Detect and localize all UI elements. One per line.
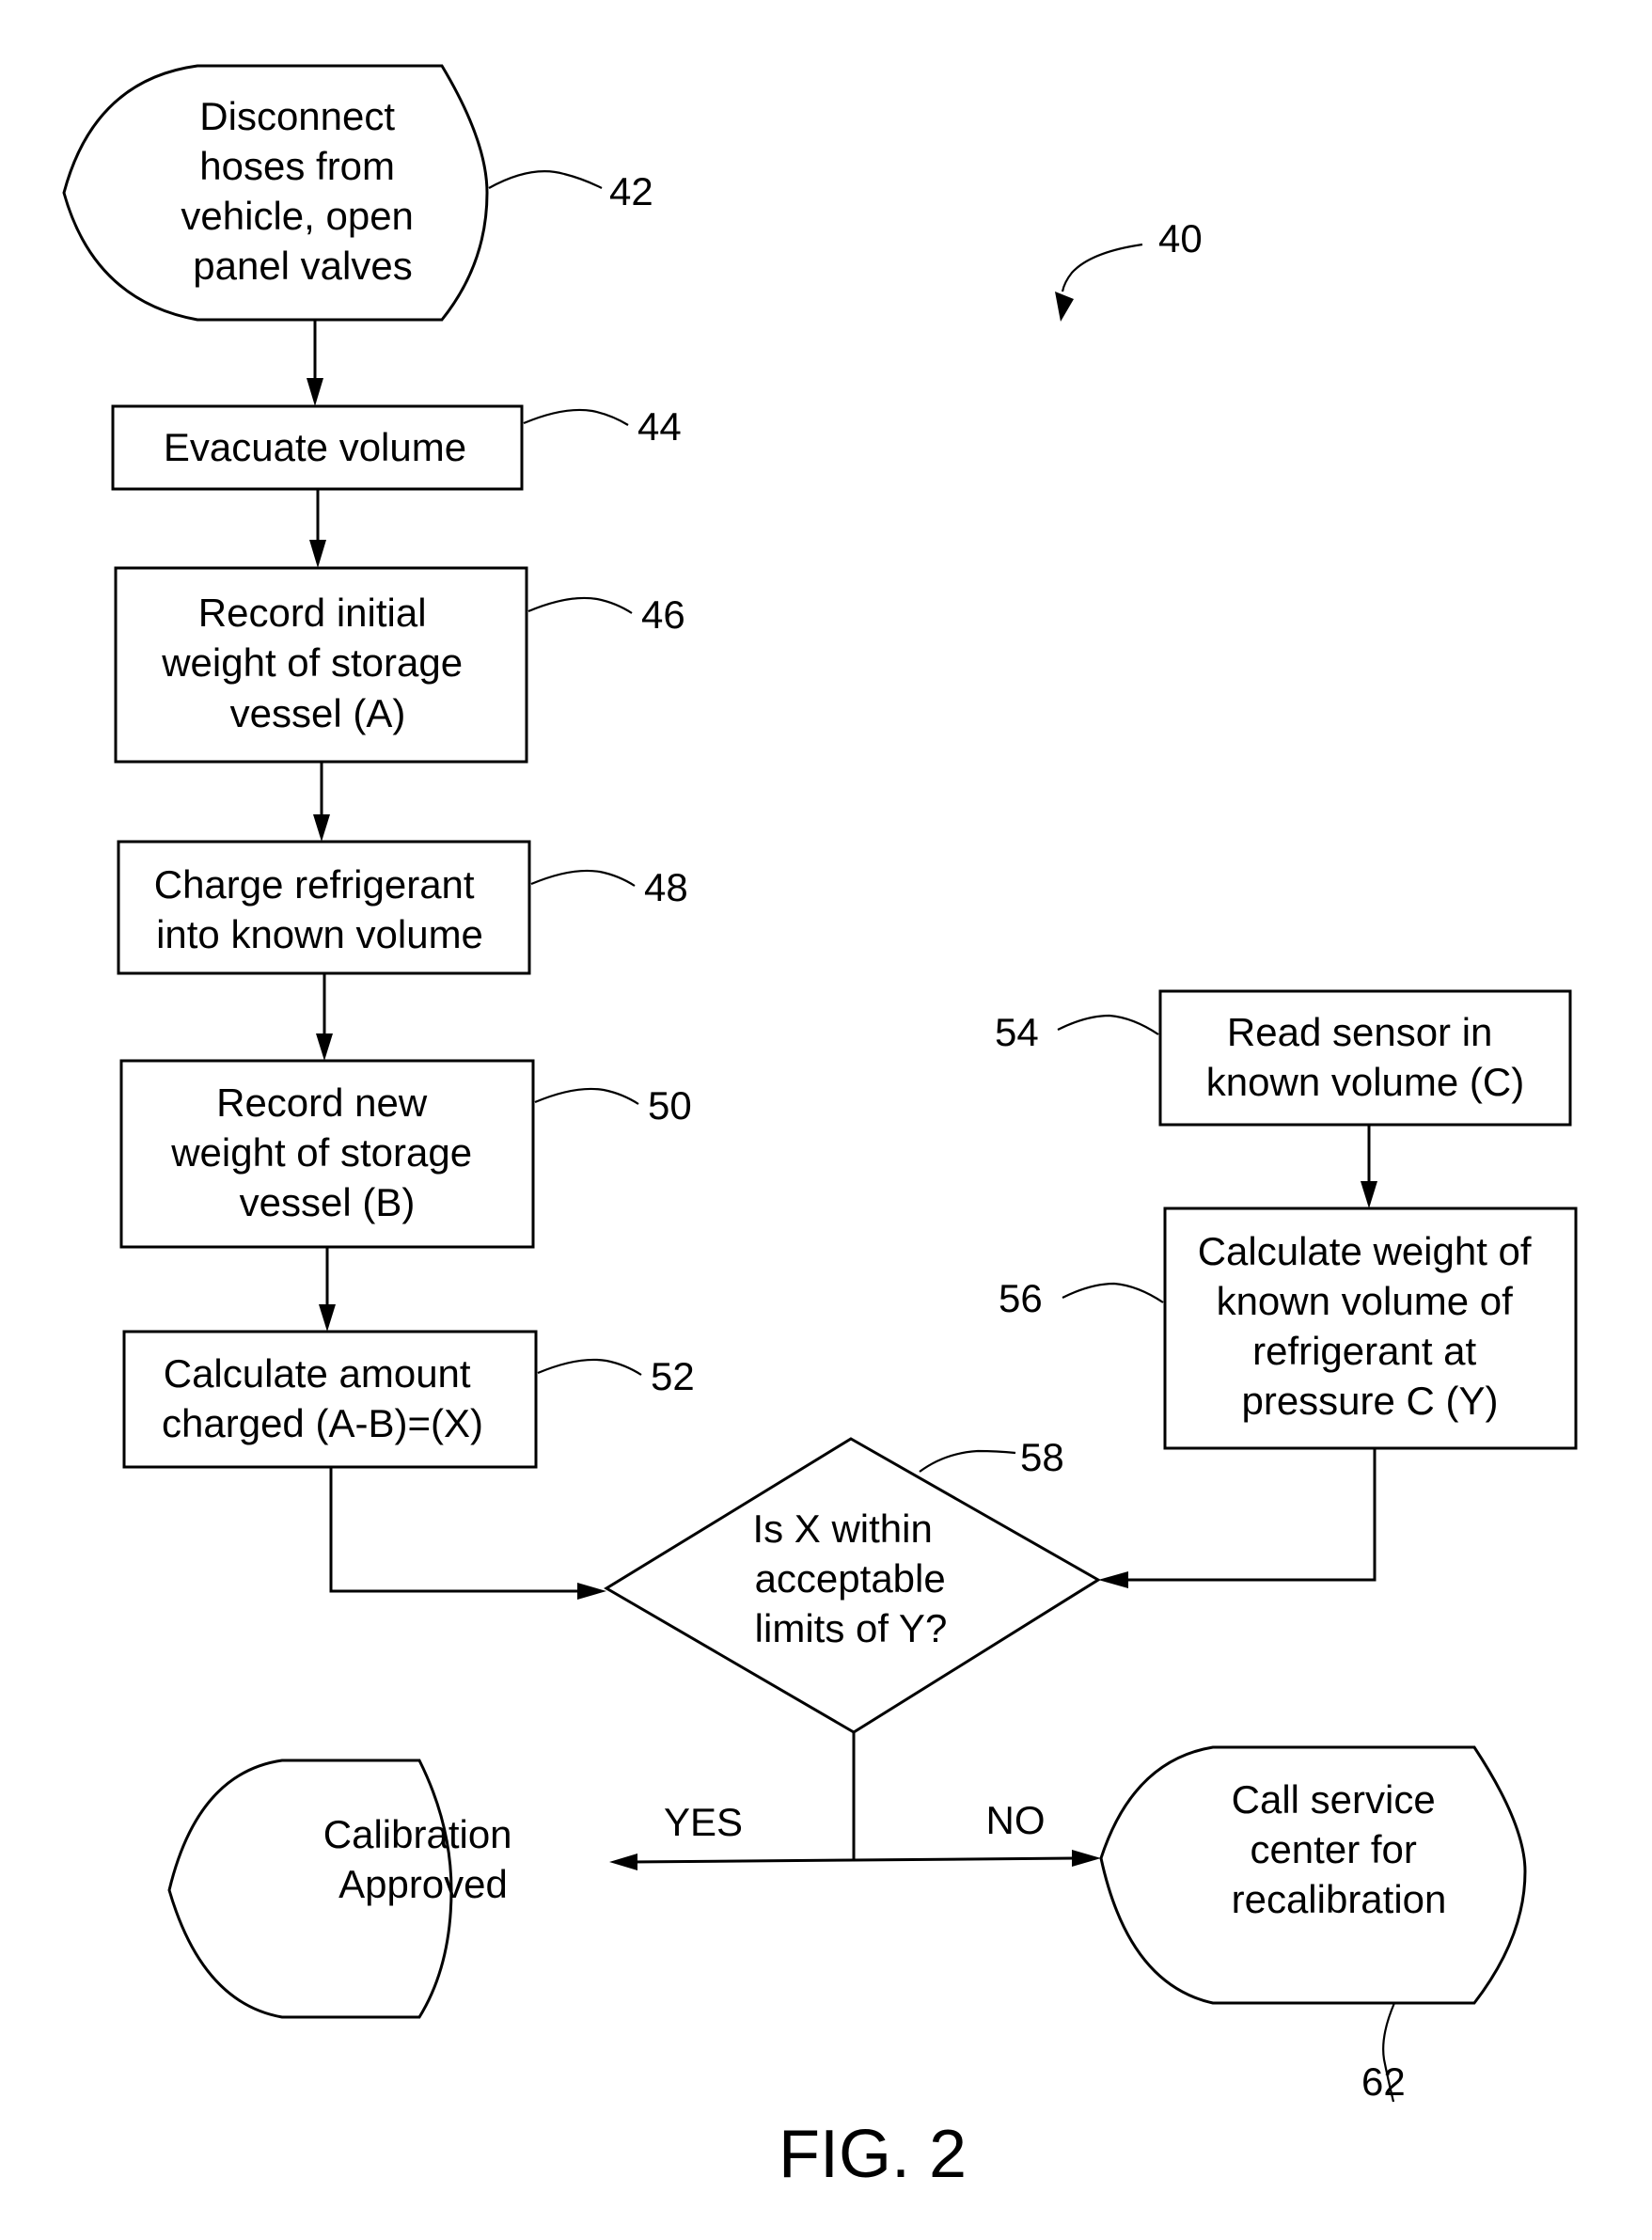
node-line: acceptable [755,1556,946,1601]
leader-line [523,408,629,426]
node-line: limits of Y? [755,1606,948,1650]
node-line: Charge refrigerant [154,862,475,907]
node-line: Disconnect [199,94,395,138]
node-text: Evacuate volume [164,425,466,469]
node-line: known volume (C) [1206,1060,1524,1104]
node-line: known volume of [1217,1279,1513,1323]
node-42-disconnect-hoses: Disconnect hoses from vehicle, open pane… [62,64,653,322]
node-line: vessel (A) [230,691,406,735]
node-58-decision: Is X within acceptable limits of Y? 58 [604,1435,1101,1734]
ref-number: 54 [995,1010,1039,1054]
ref-number: 40 [1158,216,1203,260]
node-line: weight of storage [161,640,463,685]
ref-number: 44 [637,404,682,449]
ref-number: 52 [651,1354,695,1398]
ref-number: 56 [999,1276,1043,1320]
node-line: Calibration [323,1812,512,1856]
ref-number: 48 [644,865,688,909]
node-line: vessel (B) [240,1180,416,1224]
node-line: into known volume [156,912,483,956]
arrowhead-icon [309,540,326,568]
arrowhead-icon [1072,1850,1101,1867]
yes-branch-line [629,1858,855,1864]
connector-54-56 [1361,1125,1377,1208]
arrowhead-icon [307,378,323,406]
node-line: Call service [1232,1777,1436,1822]
figure-reference-40: 40 [1055,216,1203,322]
connector-46-48 [313,762,330,842]
node-line: Calculate weight of [1198,1229,1532,1273]
connector-52-58 [329,1467,606,1600]
node-line: center for [1250,1827,1416,1871]
ref-number: 46 [641,592,685,637]
node-44-evacuate-volume: Evacuate volume 44 [111,404,682,491]
node-50-record-new-weight: Record new weight of storage vessel (B) … [119,1059,692,1249]
node-line: vehicle, open [181,194,414,238]
ref-number: 62 [1361,2059,1406,2104]
no-branch-line [853,1856,1080,1862]
leader-line [534,1087,639,1105]
connector-58-branches: YES NO [609,1732,1101,1870]
ref-number: 58 [1020,1435,1064,1479]
node-line: Is X within [752,1506,932,1551]
yes-label: YES [664,1800,743,1844]
node-text: Call service center for recalibration [1232,1777,1447,1921]
leader-line [488,170,603,189]
arrowhead-icon [609,1854,637,1870]
connector-48-50 [316,973,333,1061]
node-56-calculate-weight: Calculate weight of known volume of refr… [999,1207,1578,1450]
no-label: NO [986,1798,1046,1842]
node-line: Read sensor in [1227,1010,1493,1054]
node-line: panel valves [193,244,412,288]
node-line: Calculate amount [164,1351,471,1396]
arrowhead-icon [577,1583,606,1600]
node-text: Is X within acceptable limits of Y? [752,1506,956,1650]
node-line: recalibration [1232,1877,1447,1921]
node-line: pressure C (Y) [1241,1379,1498,1423]
ref-number: 50 [648,1083,692,1128]
arrowhead-icon [1098,1571,1128,1588]
leader-arrow-line [1061,243,1143,292]
node-line: Record initial [198,591,427,635]
node-line: Evacuate volume [164,425,466,469]
leader-line [537,1358,642,1376]
node-62-call-service-center: Call service center for recalibration 62 [1099,1745,1527,2104]
leader-line [527,596,633,614]
leader-line [1062,1282,1164,1303]
node-54-read-sensor: Read sensor in known volume (C) 54 [995,989,1572,1127]
node-line: weight of storage [170,1130,472,1175]
node-46-record-initial-weight: Record initial weight of storage vessel … [114,566,685,764]
node-line: Approved [338,1862,508,1906]
connector-44-46 [309,489,326,568]
arrowhead-icon [316,1033,333,1061]
connector-56-58 [1098,1448,1377,1588]
leader-line [919,1449,1016,1473]
node-line: refrigerant at [1252,1329,1476,1373]
leader-line [1057,1014,1159,1035]
node-52-calculate-amount-charged: Calculate amount charged (A-B)=(X) 52 [122,1330,695,1469]
arrowhead-icon [1055,292,1074,322]
arrowhead-icon [319,1304,336,1332]
node-60-calibration-approved: Calibration Approved [167,1759,512,2019]
figure-label: FIG. 2 [779,2117,967,2192]
arrowhead-icon [1361,1181,1377,1208]
ref-number: 42 [609,169,653,213]
node-48-charge-refrigerant: Charge refrigerant into known volume 48 [117,840,688,975]
node-line: charged (A-B)=(X) [162,1401,483,1445]
connector-42-44 [307,320,323,406]
flowchart: Disconnect hoses from vehicle, open pane… [62,64,1578,2192]
arrowhead-icon [313,814,330,842]
node-line: hoses from [199,144,395,188]
leader-line [530,869,636,887]
connector-50-52 [319,1247,336,1332]
node-line: Record new [216,1081,428,1125]
